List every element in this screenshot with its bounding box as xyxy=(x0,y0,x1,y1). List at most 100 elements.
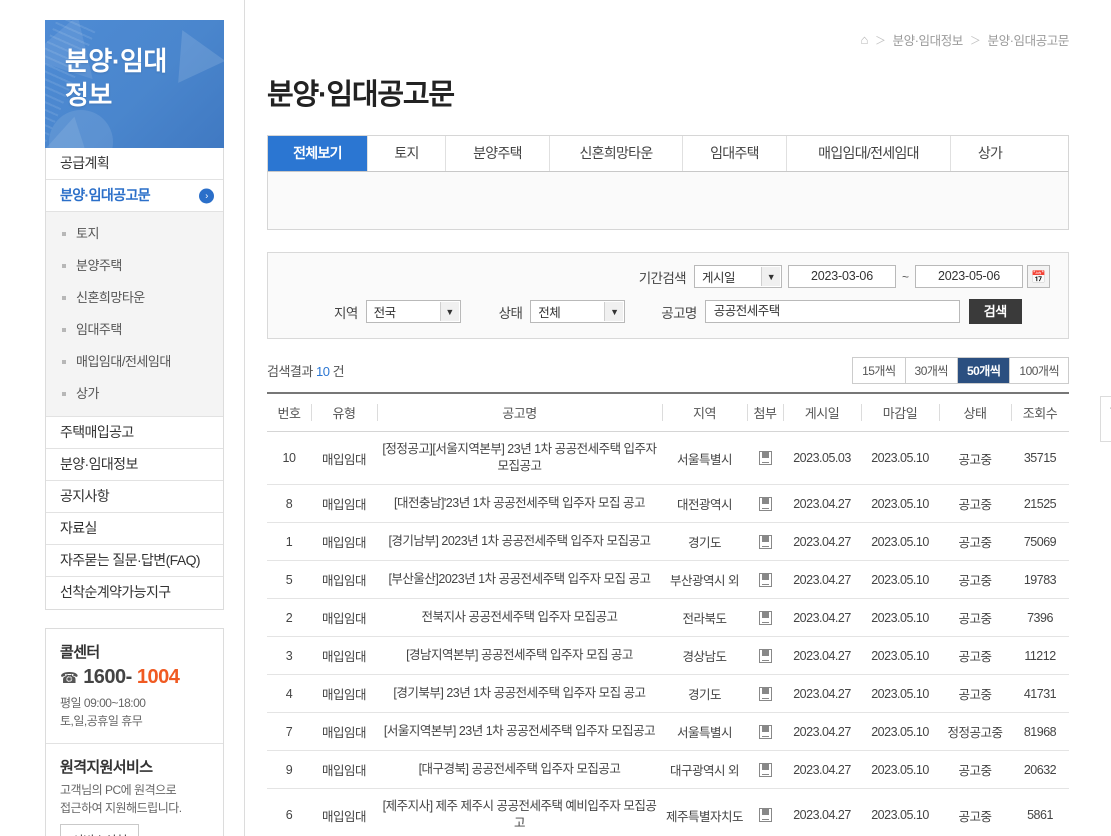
attachment-icon[interactable] xyxy=(758,572,772,587)
cell-status: 공고중 xyxy=(939,750,1011,789)
table-row[interactable]: 10 매입임대 [정정공고][서울지역본부] 23년 1차 공공전세주택 입주자 모… xyxy=(267,431,1069,485)
cell-deadline: 2023.05.10 xyxy=(861,750,939,789)
cell-title[interactable]: [대구경북] 공공전세주택 입주자 모집공고 xyxy=(377,750,662,789)
sidebar-item-housing-purchase-notice[interactable]: 주택매입공고 xyxy=(46,417,223,449)
tab-rental-housing[interactable]: 임대주택 xyxy=(683,136,787,171)
sidebar-subitem-sale-housing[interactable]: 분양주택 xyxy=(46,250,223,282)
page-size-100[interactable]: 100개씩 xyxy=(1010,358,1068,383)
sidebar-subitem-commercial[interactable]: 상가 xyxy=(46,378,223,410)
attachment-icon[interactable] xyxy=(758,610,772,625)
cell-type: 매입임대 xyxy=(311,484,377,523)
cell-region: 전라북도 xyxy=(662,598,747,637)
breadcrumb-item-2[interactable]: 분양·임대공고문 xyxy=(988,30,1070,49)
cell-region: 경상남도 xyxy=(662,636,747,675)
cell-title[interactable]: [제주지사] 제주 제주시 공공전세주택 예비입주자 모집공고 xyxy=(377,788,662,836)
breadcrumb-item-1[interactable]: 분양·임대정보 xyxy=(893,30,964,49)
cell-posted-date: 2023.04.27 xyxy=(783,750,861,789)
sidebar-item-sale-rental-info[interactable]: 분양·임대정보 xyxy=(46,449,223,481)
sidebar-item-supply-plan[interactable]: 공급계획 xyxy=(46,148,223,180)
table-row[interactable]: 5 매입임대 [부산울산]2023년 1차 공공전세주택 입주자 모집 공고 부산광역… xyxy=(267,560,1069,599)
announcement-name-input[interactable]: 공공전세주택 xyxy=(704,300,960,323)
attachment-icon[interactable] xyxy=(758,496,772,511)
table-row[interactable]: 6 매입임대 [제주지사] 제주 제주시 공공전세주택 예비입주자 모집공고 제주특별… xyxy=(267,788,1069,836)
sidebar-title-line1: 분양·임대 xyxy=(65,46,167,76)
period-type-select[interactable]: 게시일 ▼ xyxy=(693,265,782,288)
sidebar-subitem-rental-housing[interactable]: 임대주택 xyxy=(46,314,223,346)
tab-sale-housing[interactable]: 분양주택 xyxy=(446,136,550,171)
tab-land[interactable]: 토지 xyxy=(368,136,446,171)
table-row[interactable]: 3 매입임대 [경남지역본부] 공공전세주택 입주자 모집 공고 경상남도 2023.0… xyxy=(267,636,1069,675)
service-request-button[interactable]: 서비스신청 xyxy=(60,824,140,836)
cell-status: 공고중 xyxy=(939,522,1011,561)
attachment-icon[interactable] xyxy=(758,762,772,777)
cell-posted-date: 2023.04.27 xyxy=(783,788,861,836)
sidebar-item-archive[interactable]: 자료실 xyxy=(46,513,223,545)
cell-title[interactable]: [경기북부] 23년 1차 공공전세주택 입주자 모집 공고 xyxy=(377,674,662,713)
attachment-icon[interactable] xyxy=(758,808,772,823)
table-row[interactable]: 2 매입임대 전북지사 공공전세주택 입주자 모집공고 전라북도 2023.04.27 2… xyxy=(267,598,1069,637)
tab-purchase-rental[interactable]: 매입임대/전세임대 xyxy=(787,136,951,171)
sidebar-title: 분양·임대 정보 xyxy=(45,20,224,112)
sidebar-item-first-come-districts[interactable]: 선착순계약가능지구 xyxy=(46,577,223,609)
attachment-icon[interactable] xyxy=(758,686,772,701)
calendar-icon[interactable]: 📅 xyxy=(1027,265,1050,288)
cell-type: 매입임대 xyxy=(311,636,377,675)
table-row[interactable]: 1 매입임대 [경기남부] 2023년 1차 공공전세주택 입주자 모집공고 경기도 2… xyxy=(267,522,1069,561)
sidebar-item-notices[interactable]: 공지사항 xyxy=(46,481,223,513)
date-from-input[interactable]: 2023-03-06 xyxy=(787,265,896,288)
sidebar-item-faq[interactable]: 자주묻는 질문·답변(FAQ) xyxy=(46,545,223,577)
table-row[interactable]: 7 매입임대 [서울지역본부] 23년 1차 공공전세주택 입주자 모집공고 서울특별… xyxy=(267,712,1069,751)
scroll-to-top-button[interactable]: TOP xyxy=(1100,396,1111,442)
date-to-input[interactable]: 2023-05-06 xyxy=(915,265,1023,288)
remote-support-title: 원격지원서비스 xyxy=(60,759,153,776)
sidebar-subitem-newlywed-town[interactable]: 신혼희망타운 xyxy=(46,282,223,314)
status-select[interactable]: 전체 ▼ xyxy=(530,300,626,323)
attachment-icon[interactable] xyxy=(758,648,772,663)
remote-support-desc: 고객님의 PC에 원격으로 접근하여 지원해드립니다. xyxy=(60,781,209,817)
column-header-attachment: 첨부 xyxy=(747,392,783,432)
column-header-status: 상태 xyxy=(939,392,1011,432)
table-row[interactable]: 9 매입임대 [대구경북] 공공전세주택 입주자 모집공고 대구광역시 외 2023.0… xyxy=(267,750,1069,789)
page-size-15[interactable]: 15개씩 xyxy=(853,358,906,383)
cell-posted-date: 2023.04.27 xyxy=(783,560,861,599)
cell-attachment xyxy=(747,431,783,485)
tab-commercial[interactable]: 상가 xyxy=(951,136,1029,171)
cell-title[interactable]: [대전충남]'23년 1차 공공전세주택 입주자 모집 공고 xyxy=(377,484,662,523)
cell-title[interactable]: [경기남부] 2023년 1차 공공전세주택 입주자 모집공고 xyxy=(377,522,662,561)
home-icon[interactable]: ⌂ xyxy=(860,32,868,47)
tab-bar: 전체보기 토지 분양주택 신혼희망타운 임대주택 매입임대/전세임대 상가 xyxy=(267,135,1069,172)
cell-title[interactable]: [경남지역본부] 공공전세주택 입주자 모집 공고 xyxy=(377,636,662,675)
tab-newlywed-town[interactable]: 신혼희망타운 xyxy=(550,136,683,171)
table-header-row: 번호 유형 공고명 지역 첨부 게시일 마감일 상태 조회수 xyxy=(267,392,1069,432)
page-size-50[interactable]: 50개씩 xyxy=(957,358,1011,383)
remote-support-section: 원격지원서비스 고객님의 PC에 원격으로 접근하여 지원해드립니다. 서비스신… xyxy=(46,744,223,836)
cell-title[interactable]: 전북지사 공공전세주택 입주자 모집공고 xyxy=(377,598,662,637)
cell-title[interactable]: [정정공고][서울지역본부] 23년 1차 공공전세주택 입주자 모집공고 xyxy=(377,431,662,485)
table-row[interactable]: 4 매입임대 [경기북부] 23년 1차 공공전세주택 입주자 모집 공고 경기도 20… xyxy=(267,674,1069,713)
cell-title[interactable]: [부산울산]2023년 1차 공공전세주택 입주자 모집 공고 xyxy=(377,560,662,599)
sidebar-subitem-land[interactable]: 토지 xyxy=(46,218,223,250)
cell-attachment xyxy=(747,560,783,599)
cell-attachment xyxy=(747,598,783,637)
sidebar-item-announcement[interactable]: 분양·임대공고문 › xyxy=(46,180,223,212)
sidebar-subitem-label: 임대주택 xyxy=(76,322,122,337)
sidebar-subitem-label: 상가 xyxy=(76,386,99,401)
column-header-title: 공고명 xyxy=(377,392,662,432)
attachment-icon[interactable] xyxy=(758,534,772,549)
cell-views: 21525 xyxy=(1011,484,1069,523)
table-row[interactable]: 8 매입임대 [대전충남]'23년 1차 공공전세주택 입주자 모집 공고 대전광역시… xyxy=(267,484,1069,523)
callcenter-title: 콜센터 xyxy=(60,644,100,661)
tab-all[interactable]: 전체보기 xyxy=(268,136,368,171)
attachment-icon[interactable] xyxy=(758,451,772,466)
cell-status: 공고중 xyxy=(939,788,1011,836)
cell-views: 20632 xyxy=(1011,750,1069,789)
main-content: ⌂ ＞ 분양·임대정보 ＞ 분양·임대공고문 분양·임대공고문 전체보기 토지 … xyxy=(244,0,1111,836)
column-header-views: 조회수 xyxy=(1011,392,1069,432)
region-select[interactable]: 전국 ▼ xyxy=(365,300,461,323)
page-size-30[interactable]: 30개씩 xyxy=(905,358,958,383)
attachment-icon[interactable] xyxy=(758,724,772,739)
sidebar-subitem-purchase-rental[interactable]: 매입임대/전세임대 xyxy=(46,346,223,378)
search-button[interactable]: 검색 xyxy=(968,299,1022,324)
callcenter-section: 콜센터 ☎ 1600- 1004 평일 09:00~18:00 토,일,공휴일 휴… xyxy=(46,641,223,744)
cell-title[interactable]: [서울지역본부] 23년 1차 공공전세주택 입주자 모집공고 xyxy=(377,712,662,751)
